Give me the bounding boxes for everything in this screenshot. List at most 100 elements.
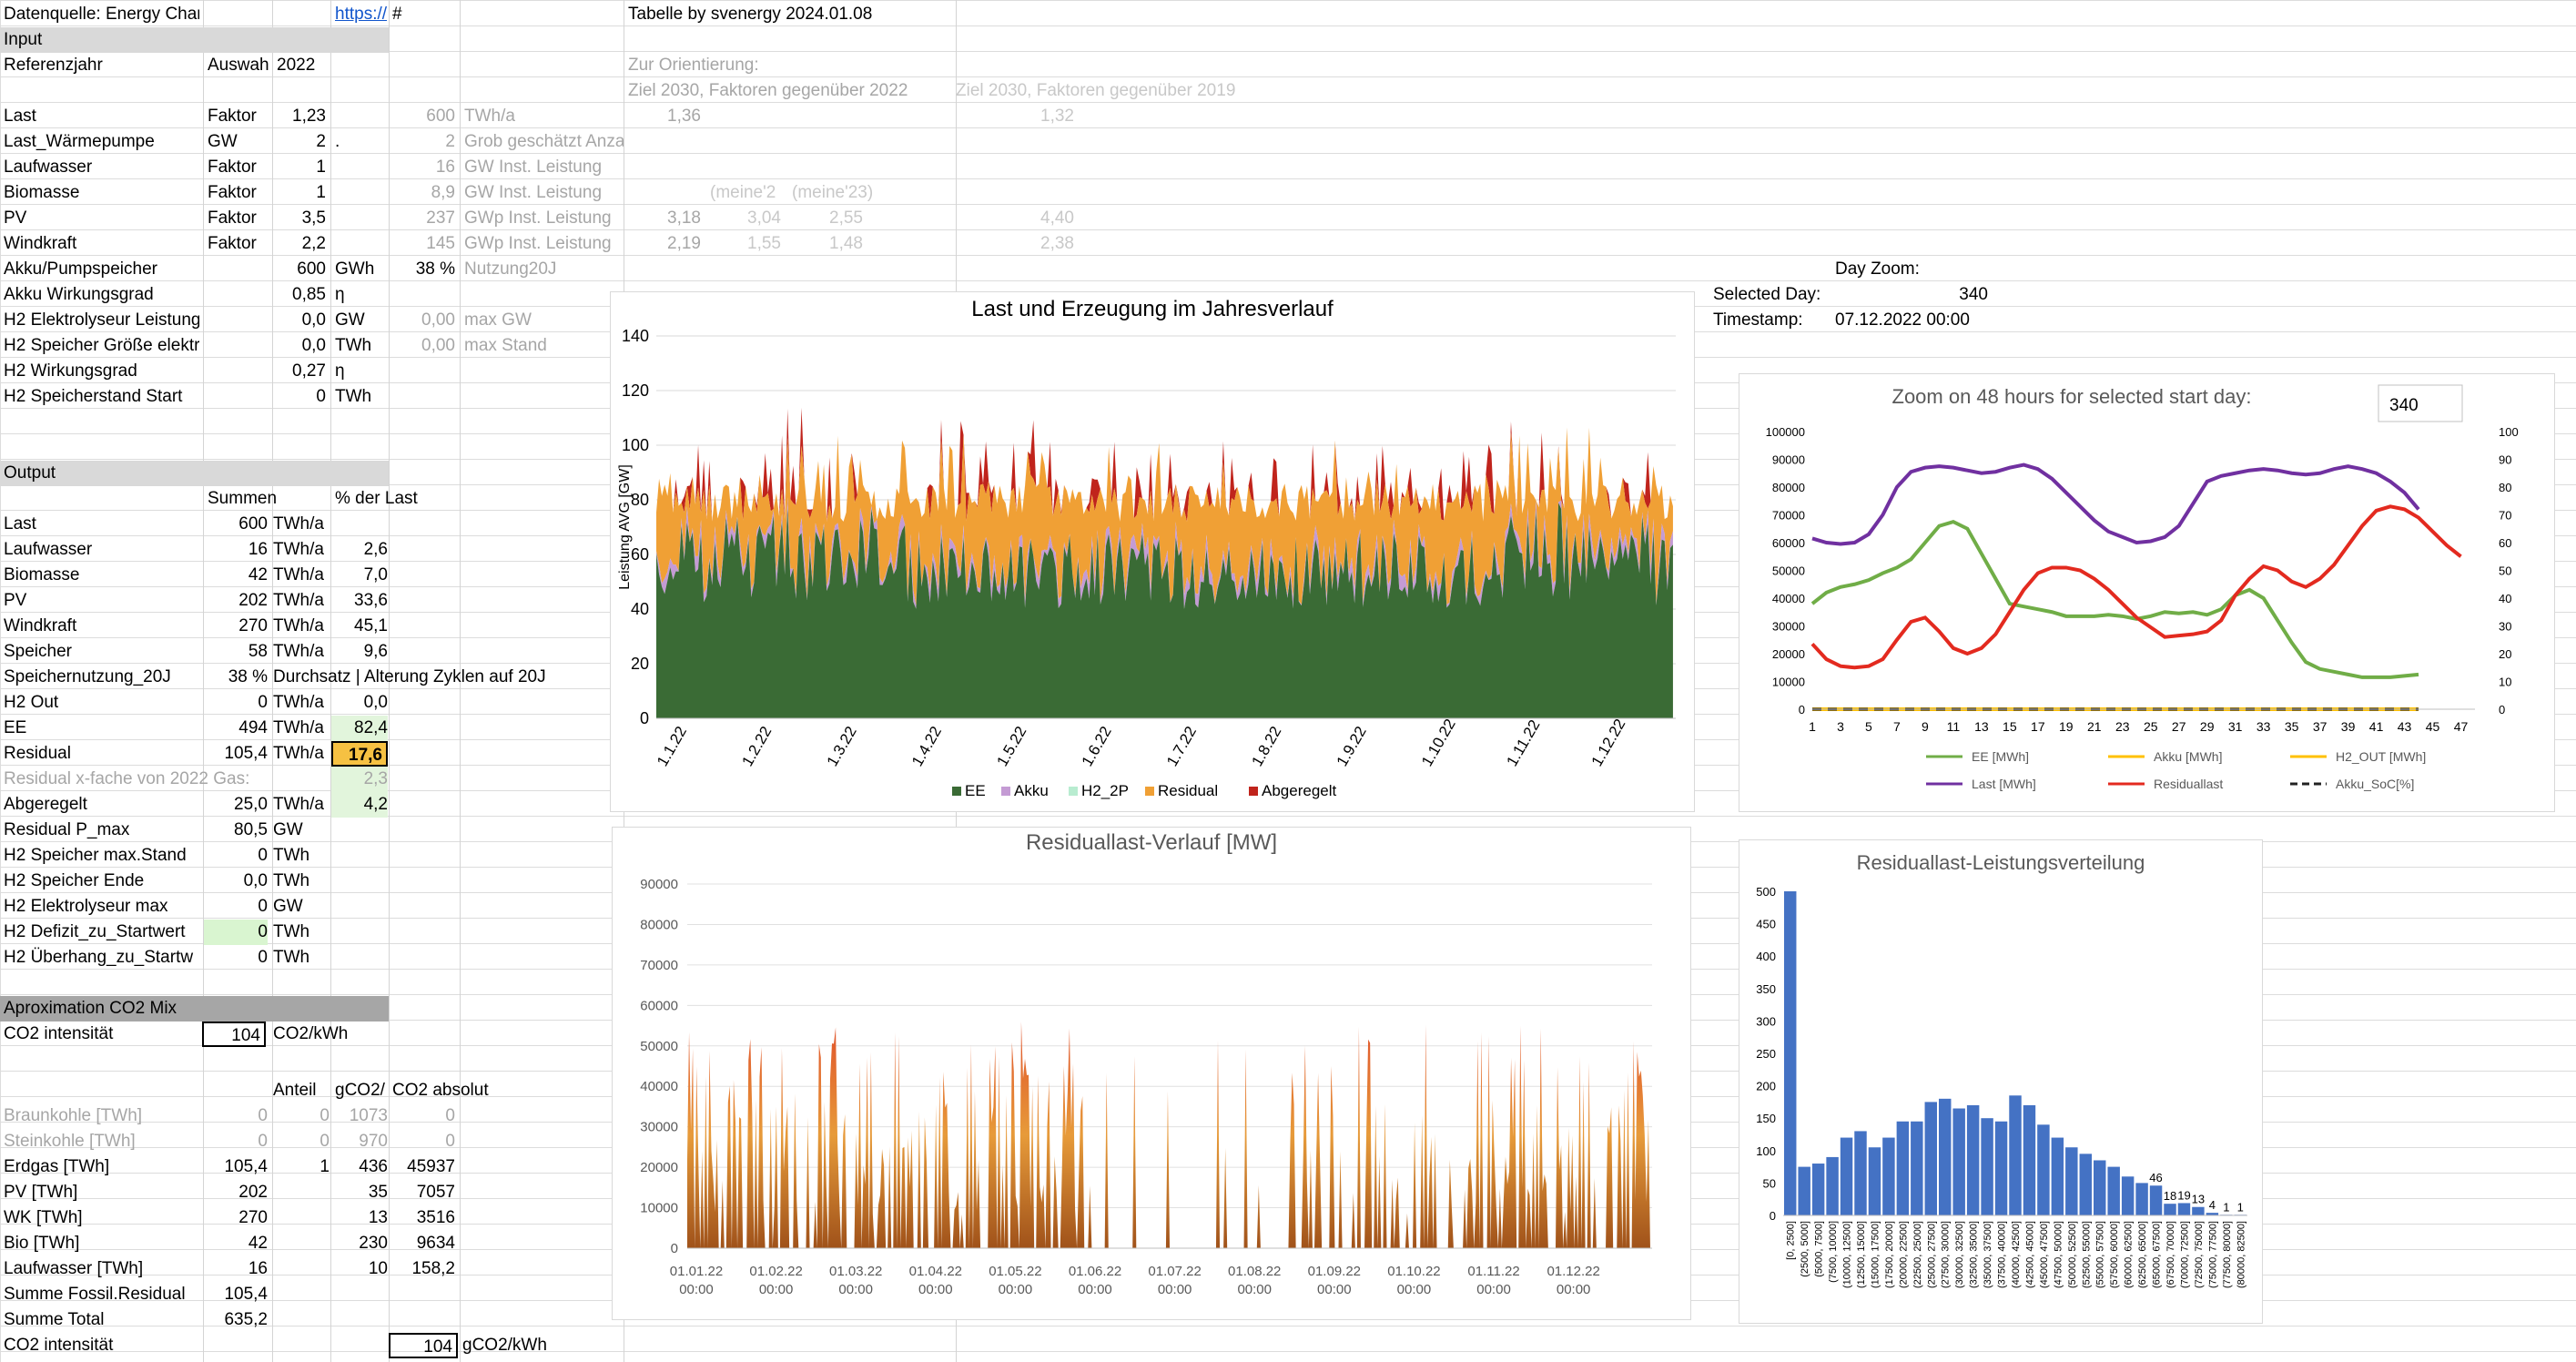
y-tick-left: 30000 bbox=[1772, 620, 1805, 634]
output-row-unit: TWh/a bbox=[273, 540, 324, 559]
input-row-value[interactable]: 0,0 bbox=[273, 308, 326, 333]
co2-final-label: CO2 intensität bbox=[4, 1336, 114, 1355]
histogram-bar bbox=[2037, 1124, 2050, 1215]
x-tick-label: (60000, 62500] bbox=[2124, 1221, 2135, 1288]
x-tick-label: 29 bbox=[2200, 719, 2215, 734]
histogram-bar bbox=[1854, 1131, 1867, 1215]
x-tick-time: 00:00 bbox=[1158, 1282, 1192, 1297]
goal-2022-value: 2,19 bbox=[667, 234, 701, 253]
x-tick-label: 1.1.22 bbox=[654, 724, 690, 769]
input-row-value[interactable]: 0,27 bbox=[273, 359, 326, 384]
input-row-value[interactable]: 3,5 bbox=[273, 206, 326, 231]
output-row-pct: 4,2 bbox=[331, 792, 388, 818]
output-row-unit bbox=[273, 767, 331, 792]
input-row-value[interactable]: 0,0 bbox=[273, 333, 326, 359]
input-row-value[interactable]: 1 bbox=[273, 180, 326, 206]
y-tick-left: 0 bbox=[1799, 703, 1805, 717]
input-row-unit: TWh bbox=[335, 336, 372, 355]
x-tick-label: (30000, 32500] bbox=[1954, 1221, 1965, 1288]
x-tick-label: 3 bbox=[1837, 719, 1844, 734]
mine-23-value bbox=[785, 180, 863, 206]
legend-label: Residuallast bbox=[2154, 777, 2223, 791]
input-row-type: Faktor bbox=[208, 158, 257, 177]
chart-title: Last und Erzeugung im Jahresverlauf bbox=[971, 297, 1334, 321]
x-tick-label: 1 bbox=[1809, 719, 1816, 734]
co2-intensity-value: 104 bbox=[202, 1022, 266, 1047]
output-row-pct: 2,3 bbox=[331, 767, 388, 792]
y-tick-left: 70000 bbox=[1772, 509, 1805, 523]
input-row-value[interactable]: 0,85 bbox=[273, 282, 326, 308]
x-tick-date: 01.12.22 bbox=[1547, 1264, 1599, 1279]
x-tick-label: (45000, 47500] bbox=[2039, 1221, 2050, 1288]
y-tick-right: 80 bbox=[2499, 481, 2511, 494]
y-tick-label: 250 bbox=[1756, 1047, 1776, 1061]
y-tick-right: 0 bbox=[2499, 703, 2505, 717]
chart-residual-distribution[interactable]: Residuallast-Leistungsverteilung 0 50 100 15… bbox=[1739, 839, 2263, 1324]
x-tick-label: 5 bbox=[1865, 719, 1872, 734]
co2-row-value: 0 bbox=[258, 1106, 268, 1125]
bar-data-label: 4 bbox=[2209, 1198, 2216, 1212]
chart-annual-load[interactable]: Last und Erzeugung im Jahresverlauf 0 20 40… bbox=[610, 291, 1695, 812]
output-row-value: 42 bbox=[248, 565, 268, 584]
legend-label: Akku_SoC[%] bbox=[2336, 777, 2414, 791]
x-tick-label: (15000, 17500] bbox=[1870, 1221, 1881, 1288]
selected-day-label: Selected Day: bbox=[1713, 285, 1821, 304]
histogram-bar bbox=[1952, 1108, 1965, 1215]
bar-data-label: 1 bbox=[2237, 1200, 2244, 1214]
akku-value[interactable]: 600 bbox=[273, 257, 326, 282]
chart-48h-zoom[interactable]: Zoom on 48 hours for selected start day:… bbox=[1739, 373, 2555, 812]
ref-year-label: Referenzjahr bbox=[4, 56, 103, 75]
x-tick-label: (25000, 27500] bbox=[1926, 1221, 1937, 1288]
y-tick-label: 30000 bbox=[640, 1120, 678, 1135]
series-residual-load bbox=[687, 1022, 1652, 1248]
x-tick-label: 1.12.22 bbox=[1588, 716, 1629, 769]
histogram-bar bbox=[1840, 1137, 1853, 1215]
output-row-value: 25,0 bbox=[234, 795, 268, 814]
y-tick-left: 40000 bbox=[1772, 592, 1805, 605]
histogram-bar bbox=[1911, 1121, 1923, 1215]
input-row-value[interactable]: 1,23 bbox=[273, 104, 326, 129]
chart-title: Residuallast-Leistungsverteilung bbox=[1857, 851, 2145, 874]
histogram-bar bbox=[1826, 1156, 1839, 1215]
selected-day-value[interactable]: 340 bbox=[1835, 282, 1988, 308]
series-line-ee-mwh- bbox=[1810, 519, 2419, 679]
input-row-value[interactable]: 0 bbox=[273, 384, 326, 410]
ref-year-value[interactable]: 2022 bbox=[277, 53, 330, 78]
output-section-title: Output bbox=[4, 463, 56, 483]
goal-2019-value bbox=[956, 129, 1074, 155]
output-row-pct: 7,0 bbox=[363, 565, 388, 584]
x-tick-label: 13 bbox=[1974, 719, 1989, 734]
input-row-value[interactable]: 1 bbox=[273, 155, 326, 180]
output-row-pct: 82,4 bbox=[331, 716, 388, 741]
output-row-unit: GW bbox=[273, 897, 303, 916]
chart-residual-curve[interactable]: Residuallast-Verlauf [MW] 0 10000 20000 3000… bbox=[612, 827, 1691, 1320]
y-tick-left: 20000 bbox=[1772, 647, 1805, 661]
goal-2019-value: 4,40 bbox=[1040, 208, 1074, 228]
source-label: Datenquelle: Energy Charts bbox=[4, 5, 199, 24]
legend-label: H2_OUT [MWh] bbox=[2336, 749, 2426, 764]
co2-row-share bbox=[273, 1231, 330, 1256]
input-row-unit: η bbox=[335, 361, 345, 381]
input-row-label: Laufwasser bbox=[4, 158, 93, 177]
akku-label: Akku/Pumpspeicher bbox=[4, 259, 157, 279]
input-row-extra2 bbox=[464, 282, 601, 308]
input-row-value[interactable]: 2 bbox=[273, 129, 326, 155]
histogram-bar bbox=[1811, 1164, 1825, 1215]
x-tick-label: (2500, 5000] bbox=[1800, 1221, 1810, 1277]
x-tick-label: (7500, 10000] bbox=[1828, 1221, 1839, 1283]
mine-23-value bbox=[785, 129, 863, 155]
legend-swatch bbox=[1069, 787, 1078, 796]
output-row-label: H2 Elektrolyseur max bbox=[4, 897, 168, 916]
source-link[interactable]: https:// bbox=[335, 2, 388, 27]
y-tick-right: 10 bbox=[2499, 676, 2511, 689]
x-tick-label: 7 bbox=[1893, 719, 1901, 734]
y-tick-left: 90000 bbox=[1772, 453, 1805, 467]
histogram-bar bbox=[2079, 1154, 2092, 1215]
output-row-label: H2 Überhang_zu_Startw bbox=[4, 948, 194, 967]
residual-distribution-svg: Residuallast-Leistungsverteilung05010015… bbox=[1756, 851, 2247, 1288]
y-tick-label: 50000 bbox=[640, 1039, 678, 1054]
output-row-unit: TWh/a bbox=[273, 744, 324, 763]
x-tick-label: (75000, 77500] bbox=[2207, 1221, 2218, 1288]
input-row-value[interactable]: 2,2 bbox=[273, 231, 326, 257]
x-tick-label: 21 bbox=[2087, 719, 2102, 734]
